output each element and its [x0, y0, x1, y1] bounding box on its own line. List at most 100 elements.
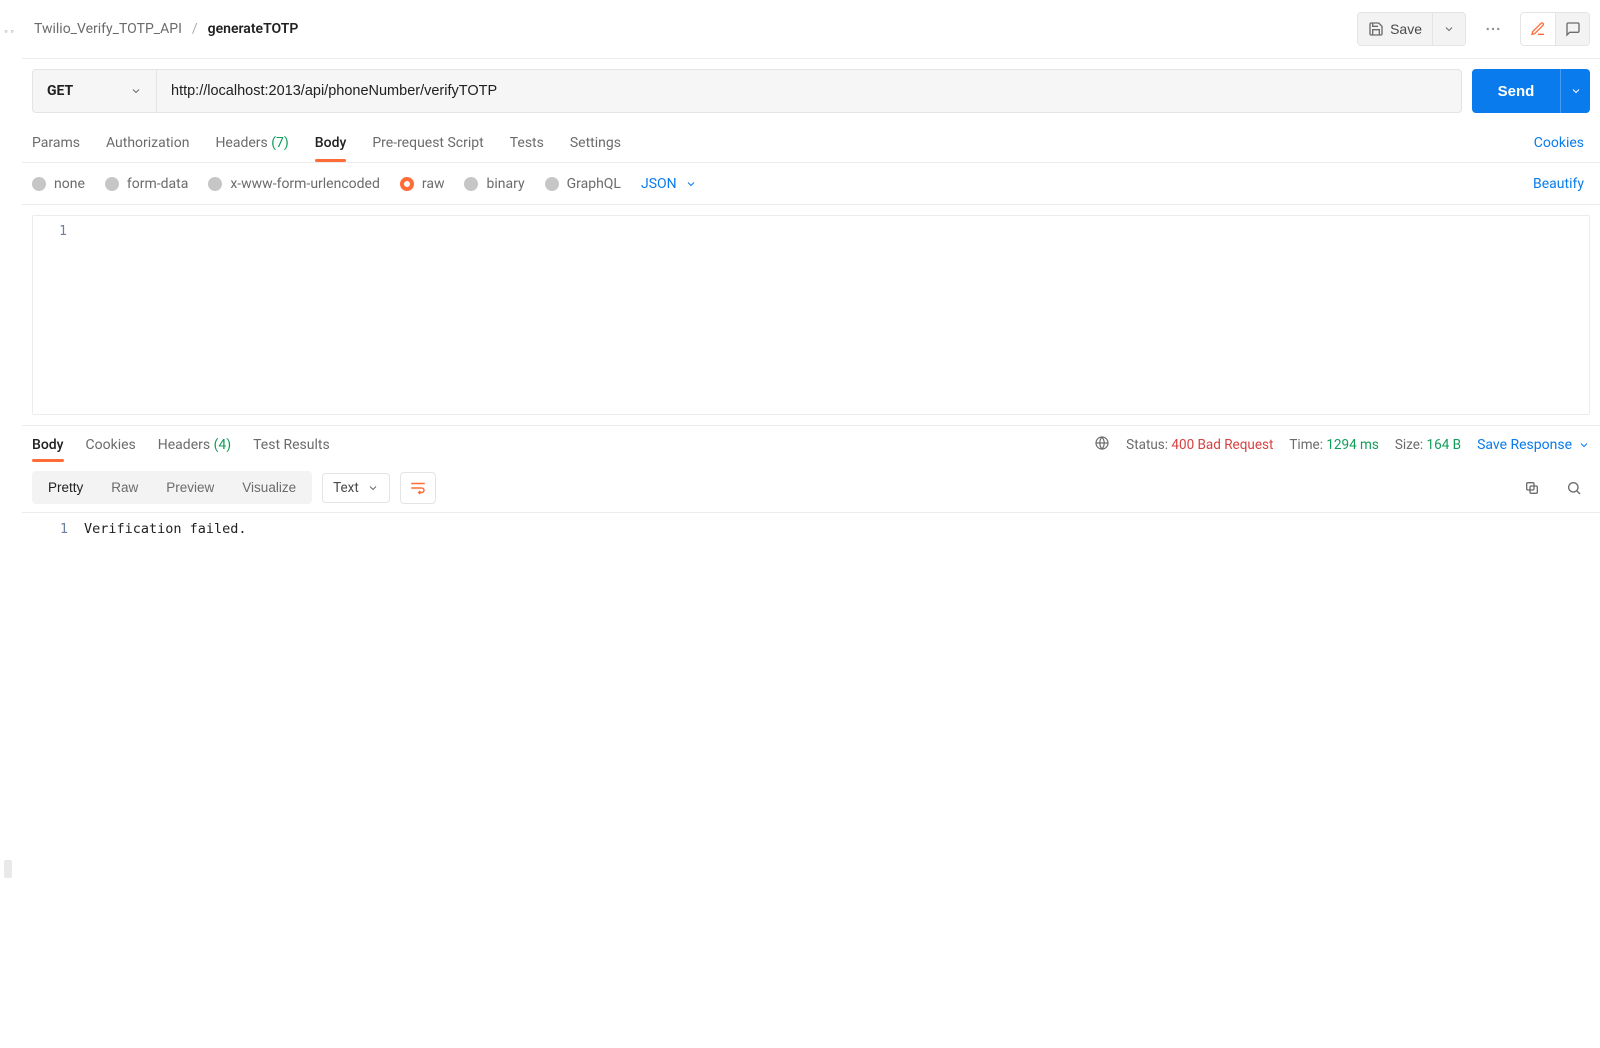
save-dropdown-button[interactable]	[1433, 12, 1466, 46]
breadcrumb-separator: /	[192, 21, 198, 37]
tab-prerequest[interactable]: Pre-request Script	[372, 125, 483, 161]
edit-mode-button[interactable]	[1521, 13, 1555, 45]
url-wrap: GET	[32, 69, 1462, 113]
search-response-button[interactable]	[1558, 472, 1590, 504]
radio-x-www[interactable]: x-www-form-urlencoded	[208, 176, 380, 192]
body-type-row: none form-data x-www-form-urlencoded raw…	[22, 163, 1600, 205]
radio-graphql[interactable]: GraphQL	[545, 176, 621, 192]
response-tab-headers-label: Headers	[158, 437, 210, 453]
size-value: 164 B	[1427, 437, 1462, 453]
response-tab-body[interactable]: Body	[32, 429, 64, 461]
response-tab-headers[interactable]: Headers (4)	[158, 429, 231, 461]
breadcrumb-request[interactable]: generateTOTP	[208, 21, 299, 37]
view-mode-preview[interactable]: Preview	[152, 473, 228, 502]
radio-dot-icon	[105, 177, 119, 191]
globe-icon[interactable]	[1094, 435, 1110, 455]
chevron-down-icon	[1578, 439, 1590, 451]
send-button[interactable]: Send	[1472, 69, 1560, 113]
http-method-select[interactable]: GET	[33, 70, 157, 112]
send-dropdown-button[interactable]	[1560, 69, 1590, 113]
save-response-label: Save Response	[1477, 437, 1572, 453]
response-toolbar: Pretty Raw Preview Visualize Text	[22, 463, 1600, 512]
more-options-button[interactable]	[1476, 12, 1510, 46]
body-format-label: JSON	[641, 176, 677, 192]
time-label: Time:	[1289, 437, 1323, 453]
tab-settings[interactable]: Settings	[570, 125, 621, 161]
tab-headers[interactable]: Headers (7)	[215, 125, 288, 161]
request-tabs: Params Authorization Headers (7) Body Pr…	[32, 125, 1534, 161]
view-mode-raw[interactable]: Raw	[97, 473, 152, 502]
beautify-link[interactable]: Beautify	[1533, 176, 1590, 192]
response-tab-headers-count: (4)	[214, 437, 232, 453]
time-value: 1294 ms	[1326, 437, 1379, 453]
view-mode-visualize[interactable]: Visualize	[228, 473, 310, 502]
radio-raw[interactable]: raw	[400, 176, 445, 192]
pencil-icon	[1530, 21, 1546, 37]
radio-binary[interactable]: binary	[464, 176, 524, 192]
response-tab-cookies[interactable]: Cookies	[86, 429, 136, 461]
radio-none[interactable]: none	[32, 176, 85, 192]
request-header-row: Twilio_Verify_TOTP_API / generateTOTP Sa…	[22, 0, 1600, 59]
response-tabs: Body Cookies Headers (4) Test Results	[32, 429, 1094, 461]
resize-handle[interactable]	[4, 860, 12, 878]
radio-dot-icon	[545, 177, 559, 191]
radio-form-data[interactable]: form-data	[105, 176, 188, 192]
editor-gutter: 1	[33, 216, 77, 414]
tab-headers-count: (7)	[271, 135, 289, 151]
chevron-down-icon	[1570, 85, 1582, 97]
radio-label: none	[54, 176, 85, 192]
response-status-info: Status: 400 Bad Request Time: 1294 ms Si…	[1094, 435, 1461, 455]
response-header-row: Body Cookies Headers (4) Test Results St…	[22, 425, 1600, 463]
request-tabs-row: Params Authorization Headers (7) Body Pr…	[22, 123, 1600, 163]
breadcrumb-collection[interactable]: Twilio_Verify_TOTP_API	[34, 21, 182, 37]
radio-dot-icon	[464, 177, 478, 191]
status-value: 400 Bad Request	[1171, 437, 1273, 453]
url-input[interactable]	[157, 70, 1461, 112]
chevron-down-icon	[130, 85, 142, 97]
cookies-link[interactable]: Cookies	[1534, 135, 1590, 151]
tab-params[interactable]: Params	[32, 125, 80, 161]
response-lang-select[interactable]: Text	[322, 473, 390, 503]
response-lang-label: Text	[333, 480, 359, 496]
radio-label: form-data	[127, 176, 188, 192]
tab-tests[interactable]: Tests	[510, 125, 544, 161]
editor-gutter: 1	[22, 513, 78, 892]
radio-dot-icon	[32, 177, 46, 191]
view-mode-segment: Pretty Raw Preview Visualize	[32, 471, 312, 504]
tab-headers-label: Headers	[215, 135, 267, 151]
url-row: GET Send	[22, 59, 1600, 123]
code-line: Verification failed.	[84, 521, 1594, 537]
copy-response-button[interactable]	[1516, 472, 1548, 504]
response-body-editor[interactable]: 1 Verification failed.	[22, 512, 1600, 892]
radio-label: x-www-form-urlencoded	[230, 176, 380, 192]
radio-dot-icon	[400, 177, 414, 191]
radio-label: raw	[422, 176, 445, 192]
send-button-group: Send	[1472, 69, 1590, 113]
view-mode-pretty[interactable]: Pretty	[34, 473, 97, 502]
response-tab-test-results[interactable]: Test Results	[253, 429, 330, 461]
tab-authorization[interactable]: Authorization	[106, 125, 189, 161]
more-horizontal-icon	[1484, 20, 1502, 38]
save-icon	[1368, 21, 1384, 37]
size-label: Size:	[1395, 437, 1423, 453]
editor-code[interactable]	[77, 216, 1589, 414]
left-gutter: °°	[0, 0, 20, 1048]
tab-body[interactable]: Body	[315, 125, 347, 161]
request-body-editor[interactable]: 1	[32, 215, 1590, 415]
comment-mode-button[interactable]	[1555, 13, 1589, 45]
line-number: 1	[22, 521, 68, 537]
save-response-dropdown[interactable]: Save Response	[1477, 437, 1590, 453]
radio-label: GraphQL	[567, 176, 621, 192]
size-block: Size: 164 B	[1395, 437, 1461, 453]
save-button-group: Save	[1357, 12, 1466, 46]
editor-code: Verification failed.	[78, 513, 1600, 892]
comment-icon	[1565, 21, 1581, 37]
breadcrumb: Twilio_Verify_TOTP_API / generateTOTP	[34, 21, 1357, 37]
wrap-lines-button[interactable]	[400, 472, 436, 504]
line-number: 1	[33, 224, 67, 239]
save-label: Save	[1390, 21, 1422, 37]
save-button[interactable]: Save	[1357, 12, 1433, 46]
body-format-select[interactable]: JSON	[641, 176, 697, 192]
radio-label: binary	[486, 176, 524, 192]
drag-handle-icon[interactable]: °°	[4, 28, 16, 41]
